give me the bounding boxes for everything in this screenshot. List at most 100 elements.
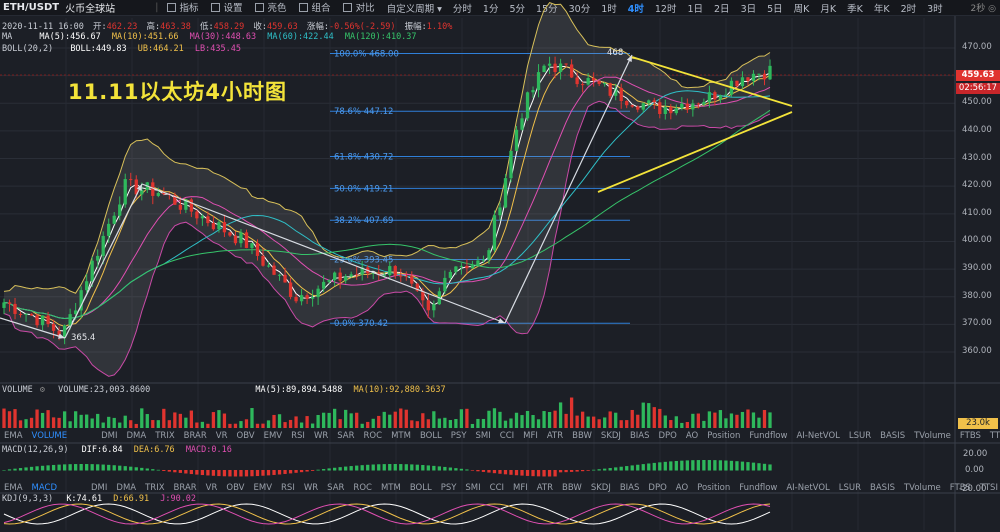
indicator-tab-sar[interactable]: SAR [327,483,344,493]
candle-body [255,243,260,256]
indicator-tab-dpo[interactable]: DPO [648,483,666,493]
indicator-tab-lsur[interactable]: LSUR [849,431,871,441]
indicator-tab-brar[interactable]: BRAR [174,483,197,493]
indicator-tab-rsi[interactable]: RSI [291,431,305,441]
indicator-tab-obv[interactable]: OBV [226,483,244,493]
indicator-tab-lsur[interactable]: LSUR [839,483,861,493]
indicator-tab-basis[interactable]: BASIS [870,483,895,493]
macd-bar [470,470,475,471]
indicator-tab-brar[interactable]: BRAR [184,431,207,441]
indicator-tab-dmi[interactable]: DMI [101,431,117,441]
candle-body [107,223,111,236]
indicator-tab-mfi[interactable]: MFI [513,483,528,493]
indicator-tab-fundflow[interactable]: Fundflow [749,431,787,441]
indicator-tab-volume[interactable]: VOLUME [32,431,68,441]
indicator-tab-tvolume[interactable]: TVolume [914,431,951,441]
candle-body [13,303,17,314]
indicator-tab-ao[interactable]: AO [676,483,688,493]
indicator-tab-dpo[interactable]: DPO [659,431,677,441]
indicator-tab-emv[interactable]: EMV [253,483,272,493]
indicator-tab-ai-netvol[interactable]: AI-NetVOL [786,483,829,493]
indicator-tab-mfi[interactable]: MFI [523,431,538,441]
indicator-tab-bbw[interactable]: BBW [572,431,592,441]
indicator-tab-ao[interactable]: AO [686,431,698,441]
macd-bar [377,464,381,471]
indicator-tab-mtm[interactable]: MTM [391,431,411,441]
indicator-tab-tvolume[interactable]: TVolume [904,483,941,493]
volume-bar [586,416,590,428]
macd-bar [724,460,728,471]
macd-bar [641,464,645,471]
indicator-tab-mtm[interactable]: MTM [381,483,401,493]
indicator-tab-cci[interactable]: CCI [500,431,514,441]
indicator-tab-macd[interactable]: MACD [32,483,57,493]
indicator-tab-ftbs[interactable]: FTBS [960,431,981,441]
indicator-tab-psy[interactable]: PSY [441,483,457,493]
indicator-tab-atr[interactable]: ATR [537,483,553,493]
indicator-tab-trix[interactable]: TRIX [155,431,174,441]
indicator-tab-skdj[interactable]: SKDJ [591,483,611,493]
indicator-tab-dmi[interactable]: DMI [91,483,107,493]
indicator-tab-rsi[interactable]: RSI [281,483,295,493]
indicator-tab-ftbs[interactable]: FTBS [950,483,971,493]
volume-bar [151,420,155,428]
volume-bars [2,397,772,428]
macd-bar [729,460,734,471]
indicator-tab-ai-netvol[interactable]: AI-NetVOL [796,431,839,441]
volume-bar [206,423,210,428]
indicator-tab-psy[interactable]: PSY [451,431,467,441]
candle-body [575,77,579,85]
volume-bar [79,414,83,428]
macd-bar [525,470,530,476]
indicator-tab-fundflow[interactable]: Fundflow [739,483,777,493]
indicator-tab-position[interactable]: Position [707,431,740,441]
indicator-tab-dma[interactable]: DMA [127,431,147,441]
indicator-tab-skdj[interactable]: SKDJ [601,431,621,441]
indicator-tab-ttsi[interactable]: TTSI [980,483,998,493]
volume-bar [762,410,767,428]
volume-bar [542,411,546,428]
low-label: 低: [199,22,214,32]
macd-bar [476,470,480,472]
indicator-tab-emv[interactable]: EMV [264,431,283,441]
indicator-tab-atr[interactable]: ATR [547,431,563,441]
indicator-tab-boll[interactable]: BOLL [420,431,442,441]
indicator-tab-obv[interactable]: OBV [237,431,255,441]
macd-dif-value: DIF:6.84 [81,445,123,455]
indicator-tab-vr[interactable]: VR [206,483,218,493]
indicator-tab-bias[interactable]: BIAS [620,483,640,493]
macd-bar [85,464,89,471]
candle-body [316,288,320,298]
indicator-tab-wr[interactable]: WR [304,483,318,493]
indicator-tab-sar[interactable]: SAR [337,431,354,441]
candle-body [388,266,392,276]
indicator-tab-roc[interactable]: ROC [353,483,372,493]
indicator-tab-position[interactable]: Position [697,483,730,493]
indicator-tab-boll[interactable]: BOLL [410,483,432,493]
macd-bar [575,470,579,472]
indicator-tab-ttsi[interactable]: TTSI [990,431,1000,441]
indicator-tab-dma[interactable]: DMA [116,483,136,493]
volume-bar [338,419,342,428]
macd-bar [652,462,656,471]
indicator-tab-trix[interactable]: TRIX [145,483,164,493]
indicator-tab-ema[interactable]: EMA [4,483,23,493]
volume-bar [696,413,701,428]
indicator-tab-roc[interactable]: ROC [364,431,383,441]
indicator-tab-basis[interactable]: BASIS [880,431,905,441]
volume-bar [73,411,78,428]
macd-bar [333,467,337,471]
indicator-tab-wr[interactable]: WR [314,431,328,441]
indicator-tab-cci[interactable]: CCI [490,483,504,493]
settings-icon[interactable]: ⚙ [40,385,45,395]
indicator-tab-bias[interactable]: BIAS [630,431,650,441]
candle-body [277,274,282,276]
indicator-tab-ema[interactable]: EMA [4,431,23,441]
candle-body [233,235,238,244]
price-tick-4: 430.00 [962,152,992,163]
indicator-tab-vr[interactable]: VR [216,431,228,441]
indicator-tab-smi[interactable]: SMI [476,431,491,441]
candle-body [454,266,458,272]
indicator-tab-bbw[interactable]: BBW [562,483,582,493]
indicator-tab-smi[interactable]: SMI [465,483,480,493]
